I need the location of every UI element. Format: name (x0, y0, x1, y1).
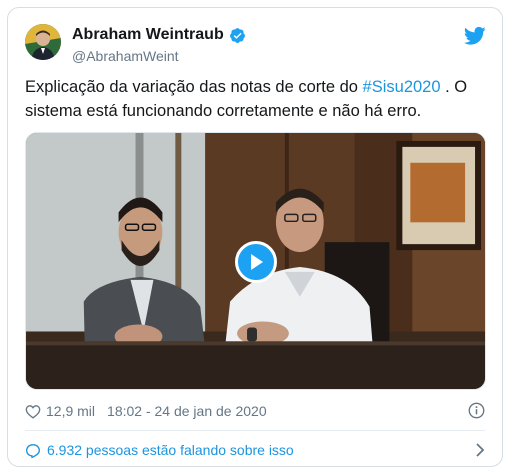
verified-badge-icon (229, 27, 245, 43)
author-handle[interactable]: @AbrahamWeint (72, 48, 179, 64)
tweet-text-before: Explicação da variação das notas de cort… (25, 78, 363, 96)
twitter-logo-icon[interactable] (464, 26, 486, 46)
heart-icon (25, 404, 41, 419)
hashtag-link[interactable]: #Sisu2020 (363, 78, 441, 96)
like-button[interactable]: 12,9 mil (25, 403, 95, 419)
info-icon[interactable] (468, 402, 485, 419)
name-line: Abraham Weintraub (72, 25, 246, 45)
tweet-text: Explicação da variação das notas de cort… (25, 75, 487, 123)
chevron-right-icon (476, 443, 485, 457)
conversation-label: 6.932 pessoas estão falando sobre isso (47, 442, 294, 458)
speech-bubble-icon (25, 443, 41, 458)
avatar[interactable] (25, 24, 61, 60)
conversation-link[interactable]: 6.932 pessoas estão falando sobre isso (25, 438, 485, 462)
like-count: 12,9 mil (46, 403, 96, 419)
display-name[interactable]: Abraham Weintraub (72, 26, 224, 44)
timestamp[interactable]: 18:02 - 24 de jan de 2020 (107, 403, 267, 419)
tweet-card: Abraham Weintraub @AbrahamWeint Explicaç… (7, 7, 503, 467)
play-icon (251, 254, 263, 270)
play-button[interactable] (235, 241, 277, 283)
divider (25, 430, 485, 431)
tweet-meta: 12,9 mil 18:02 - 24 de jan de 2020 (25, 401, 267, 421)
video-player[interactable] (25, 132, 486, 390)
